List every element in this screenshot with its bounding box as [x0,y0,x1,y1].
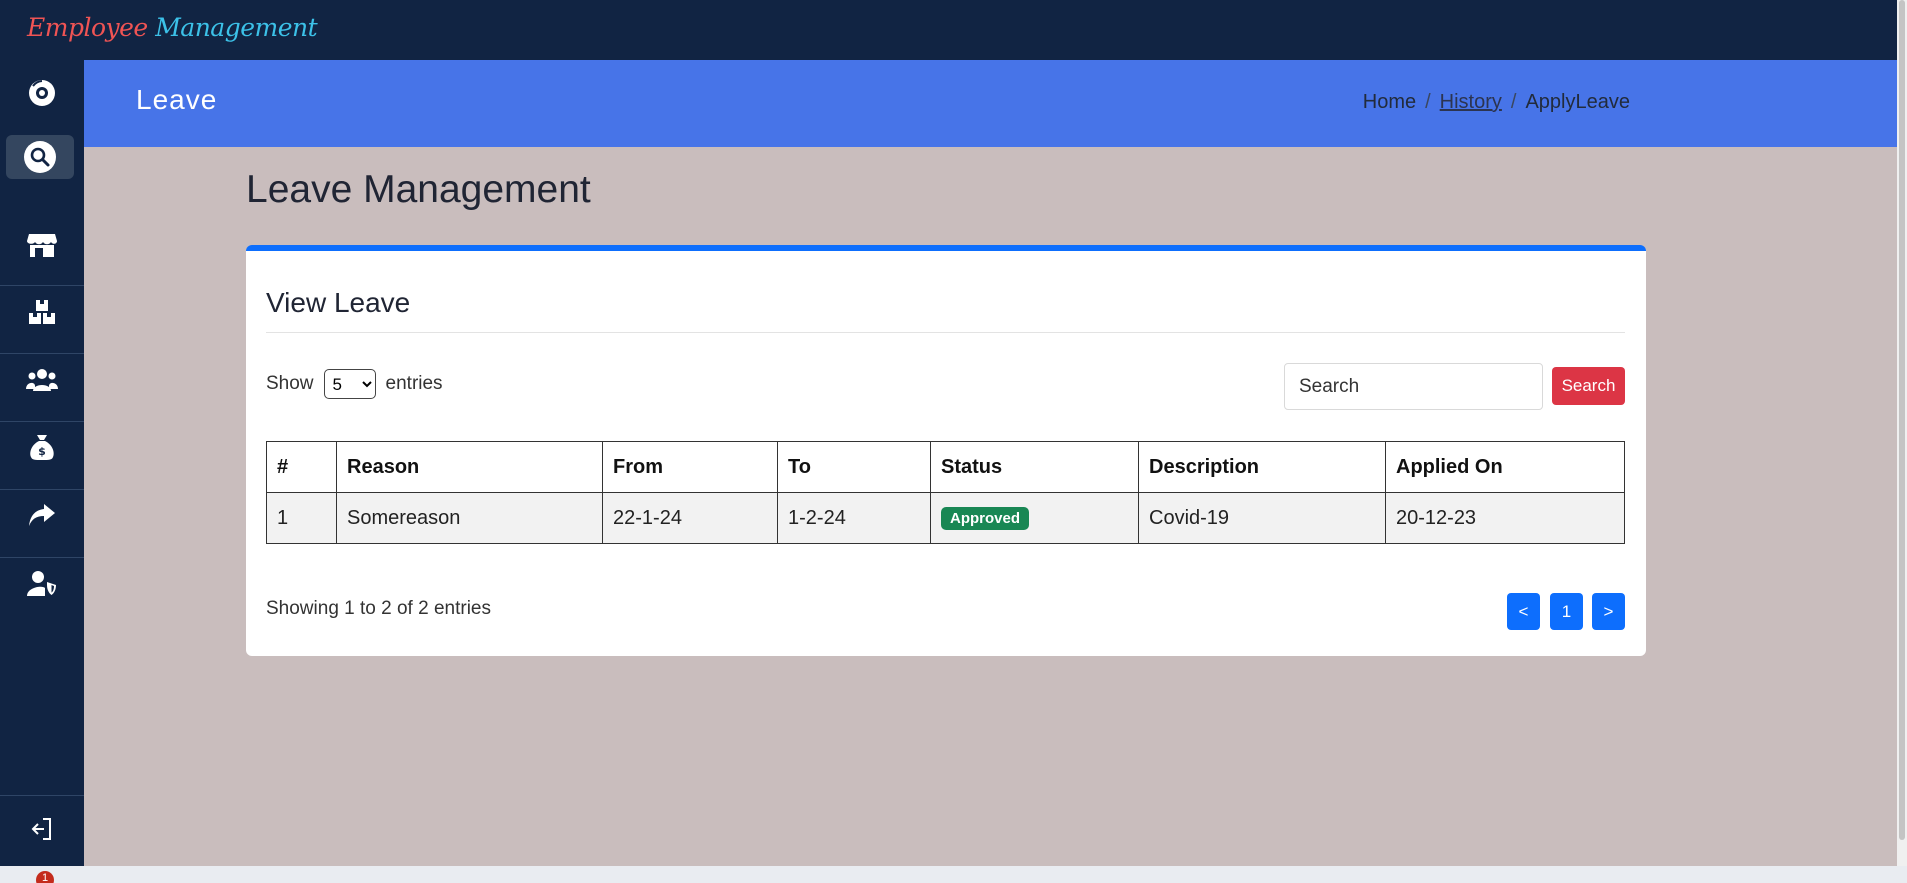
cell-number: 1 [266,492,337,544]
sidebar-item-employees[interactable] [0,365,84,393]
sidebar-divider [0,795,84,796]
sidebar-item-dashboard[interactable] [0,78,84,108]
pagination-next-button[interactable]: > [1592,593,1625,630]
column-header-applied-on: Applied On [1385,441,1625,493]
sidebar-item-payroll[interactable]: $ [0,433,84,461]
search-input[interactable] [1284,363,1543,410]
card-title: View Leave [266,287,411,318]
column-header-status: Status [930,441,1139,493]
dashboard-icon [29,80,55,106]
sidebar-divider [0,557,84,558]
sidebar-item-leave[interactable] [0,501,84,529]
top-bar: Employee Management [0,0,1897,60]
entries-info: Showing 1 to 2 of 2 entries [266,598,491,619]
column-header-reason: Reason [336,441,603,493]
sidebar-item-logout[interactable] [0,815,84,843]
cell-status: Approved [930,492,1139,544]
view-leave-card: View Leave Show 5 entries Search # Reaso… [246,245,1646,656]
cell-description: Covid-19 [1138,492,1386,544]
cell-to: 1-2-24 [777,492,931,544]
pagination-page-button[interactable]: 1 [1550,593,1583,630]
logo-word-employee: Employee [27,13,148,42]
page-title: Leave Management [246,168,591,211]
logo-word-management: Management [155,13,318,42]
breadcrumb-home[interactable]: Home [1363,91,1416,113]
user-shield-icon [27,571,56,596]
notification-badge[interactable]: 1 [36,871,54,883]
card-divider [266,332,1625,333]
column-header-from: From [602,441,778,493]
money-bag-icon: $ [30,435,54,460]
sidebar-divider [0,421,84,422]
sidebar-item-admin[interactable] [0,569,84,597]
column-header-description: Description [1138,441,1386,493]
table-header-row: # Reason From To Status Description Appl… [266,441,1625,493]
entries-control: Show 5 entries [266,369,443,399]
table-row[interactable]: 1 Somereason 22-1-24 1-2-24 Approved Cov… [266,492,1625,544]
boxes-icon [29,300,55,324]
svg-text:$: $ [38,445,46,458]
share-icon [29,504,55,526]
os-taskbar [0,866,1907,883]
breadcrumb-separator: / [1425,91,1431,113]
users-icon [26,369,58,391]
sidebar-divider [0,285,84,286]
breadcrumb: Home / History / ApplyLeave [1363,91,1630,114]
cell-applied-on: 20-12-23 [1385,492,1625,544]
show-label: Show [266,373,314,394]
cell-reason: Somereason [336,492,603,544]
breadcrumb-history[interactable]: History [1440,91,1502,113]
store-icon [27,234,57,257]
sidebar-item-inventory[interactable] [0,298,84,326]
sidebar-item-store[interactable] [0,231,84,259]
entries-select[interactable]: 5 [323,369,376,399]
pagination-prev-button[interactable]: < [1507,593,1540,630]
search-button[interactable]: Search [1552,367,1625,405]
sidebar-item-search[interactable] [6,135,74,179]
entries-label: entries [385,373,443,394]
sidebar-divider [0,353,84,354]
logout-icon [31,818,51,840]
leave-table: # Reason From To Status Description Appl… [266,441,1625,544]
app-logo[interactable]: Employee Management [27,13,318,42]
sidebar-divider [0,489,84,490]
search-icon [24,141,56,173]
page-header: Leave Home / History / ApplyLeave [84,60,1897,147]
column-header-to: To [777,441,931,493]
header-title: Leave [136,84,218,115]
cell-from: 22-1-24 [602,492,778,544]
sidebar: $ [0,60,84,866]
column-header-number: # [266,441,337,493]
status-badge: Approved [941,507,1030,530]
scrollbar-thumb[interactable] [1899,0,1905,840]
breadcrumb-current: ApplyLeave [1525,91,1630,113]
breadcrumb-separator: / [1510,91,1517,113]
